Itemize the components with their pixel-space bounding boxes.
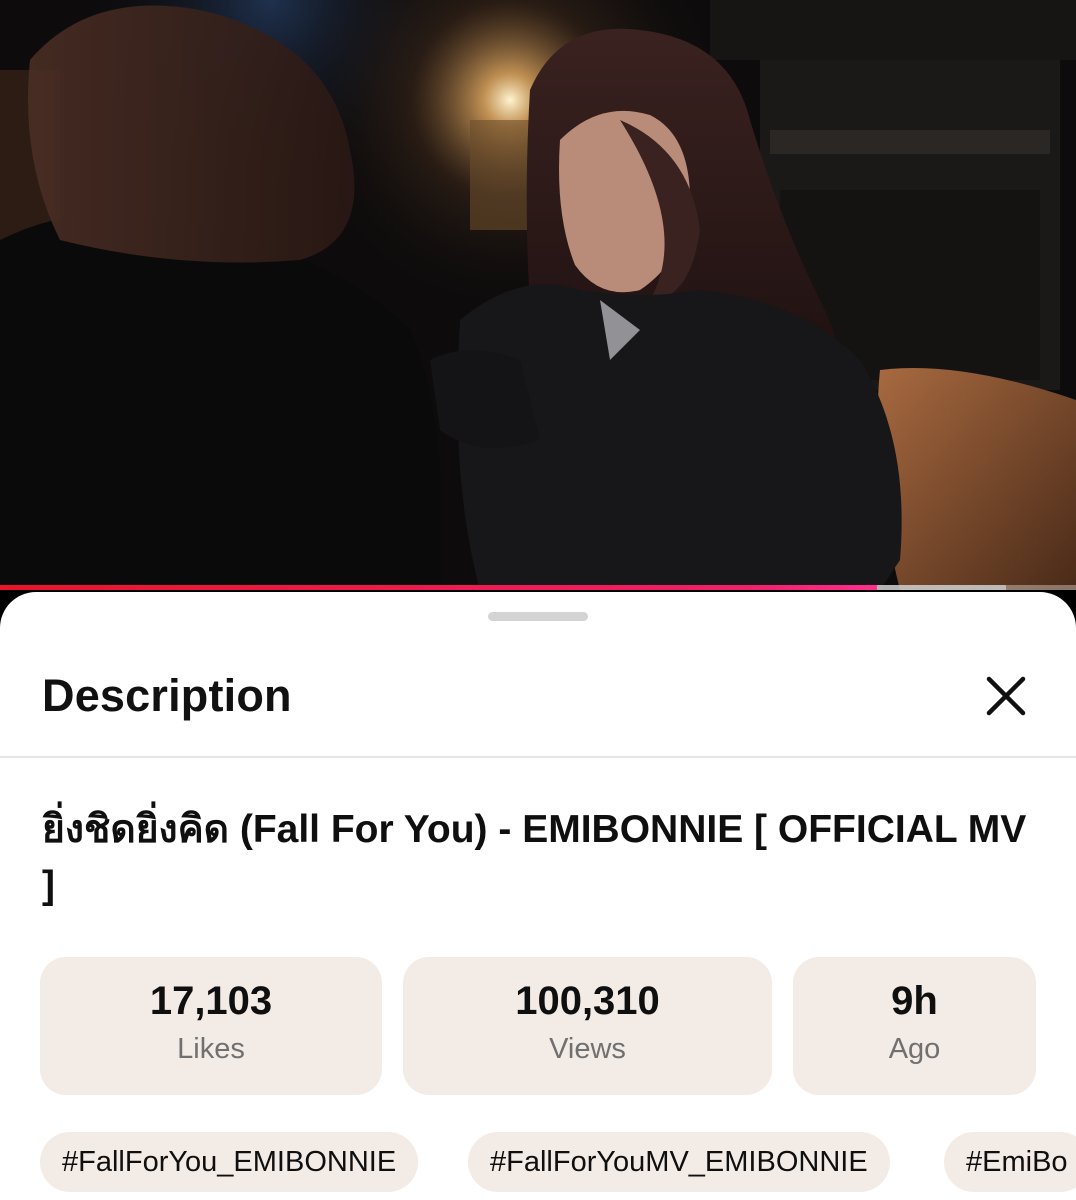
upload-time-stat: 9h Ago bbox=[793, 957, 1036, 1095]
views-count: 100,310 bbox=[515, 979, 660, 1023]
sheet-drag-handle[interactable] bbox=[488, 612, 588, 621]
description-sheet: Description ยิ่งชิดยิ่งคิด (Fall For You… bbox=[0, 592, 1076, 1200]
upload-time-value: 9h bbox=[891, 979, 938, 1023]
hashtag-chip[interactable]: #FallForYouMV_EMIBONNIE bbox=[468, 1132, 890, 1192]
close-button[interactable] bbox=[978, 668, 1034, 724]
video-title: ยิ่งชิดยิ่งคิด (Fall For You) - EMIBONNI… bbox=[42, 808, 1027, 907]
upload-time-label: Ago bbox=[888, 1033, 941, 1065]
views-stat: 100,310 Views bbox=[403, 957, 772, 1095]
hashtag-chip[interactable]: #FallForYou_EMIBONNIE bbox=[40, 1132, 419, 1192]
likes-label: Likes bbox=[177, 1033, 245, 1065]
progress-buffer bbox=[877, 585, 1006, 590]
views-label: Views bbox=[549, 1033, 626, 1065]
likes-stat: 17,103 Likes bbox=[40, 957, 382, 1095]
hashtag-chip[interactable]: #EmiBo bbox=[944, 1132, 1076, 1192]
screen: Description ยิ่งชิดยิ่งคิด (Fall For You… bbox=[0, 0, 1076, 1200]
close-icon bbox=[986, 676, 1026, 716]
progress-bar[interactable] bbox=[0, 585, 1076, 590]
video-frame bbox=[0, 0, 1076, 590]
progress-fill bbox=[0, 585, 877, 590]
sheet-title: Description bbox=[42, 670, 292, 721]
divider bbox=[0, 756, 1076, 758]
video-player[interactable] bbox=[0, 0, 1076, 590]
likes-count: 17,103 bbox=[149, 979, 273, 1023]
